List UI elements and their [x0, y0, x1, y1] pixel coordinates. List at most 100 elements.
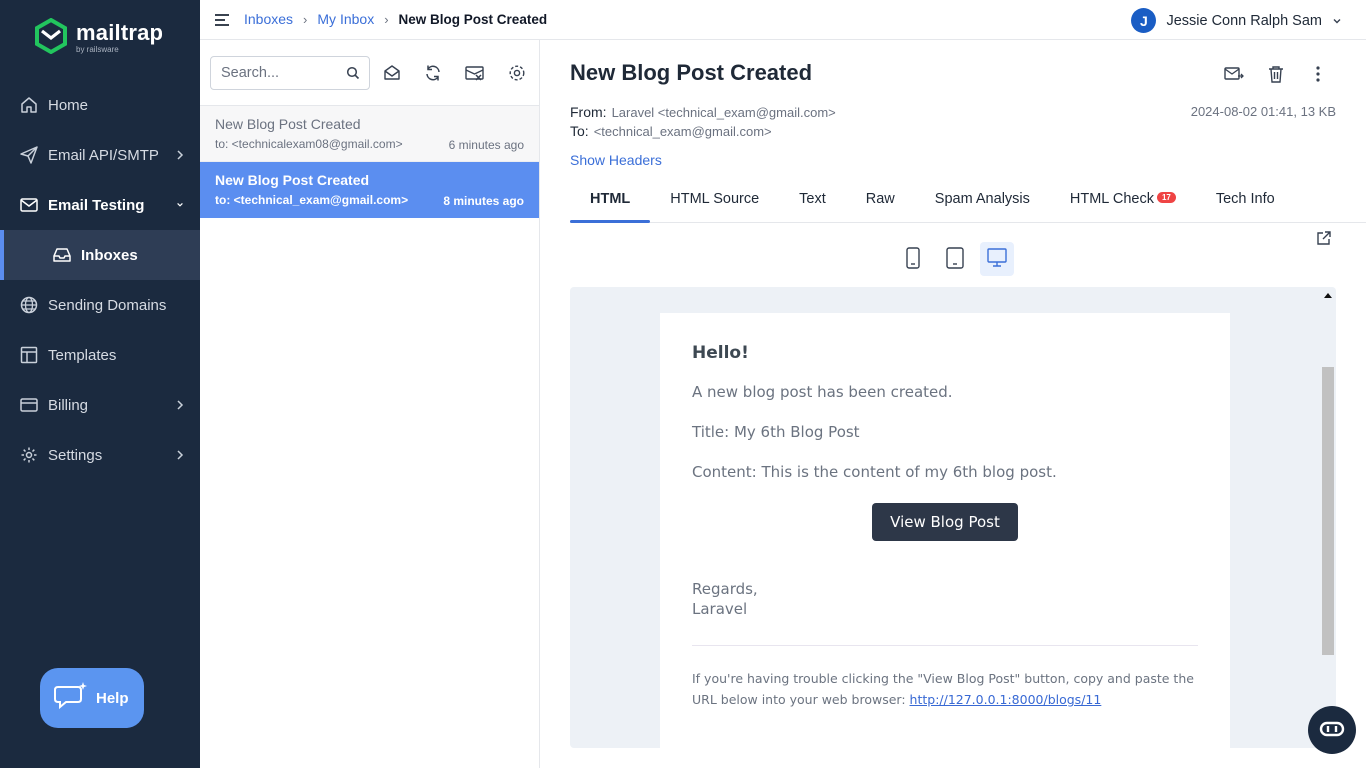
email-body: Hello! A new blog post has been created.… — [660, 313, 1230, 748]
email-line: A new blog post has been created. — [692, 383, 953, 401]
chevron-right-icon — [176, 448, 184, 462]
sidebar-item-label: Billing — [48, 396, 89, 414]
chevron-right-icon — [176, 148, 184, 162]
logo[interactable]: mailtrap by railsware — [34, 17, 164, 57]
to-label: To: — [570, 123, 589, 139]
sidebar-item-label: Email Testing — [48, 196, 145, 214]
breadcrumb-current: New Blog Post Created — [398, 11, 548, 27]
message-list-item-selected[interactable]: New Blog Post Created to: <technical_exa… — [200, 162, 539, 218]
forward-email-icon[interactable] — [1224, 64, 1244, 84]
more-options-icon[interactable] — [1308, 64, 1328, 84]
top-bar: Inboxes › My Inbox › New Blog Post Creat… — [200, 0, 1366, 40]
home-icon — [20, 96, 38, 114]
message-list-pane: New Blog Post Created to: <technicalexam… — [200, 40, 540, 768]
sidebar-nav: Home Email API/SMTP Email Testing Inboxe… — [0, 80, 200, 480]
message-date-size: 2024-08-02 01:41, 13 KB — [1190, 104, 1336, 119]
message-tabs: HTML HTML Source Text Raw Spam Analysis … — [570, 180, 1366, 223]
search-box — [210, 56, 370, 90]
footer-url-link[interactable]: http://127.0.0.1:8000/blogs/11 — [910, 692, 1102, 707]
tab-text[interactable]: Text — [779, 180, 846, 222]
sidebar-item-email-testing[interactable]: Email Testing — [0, 180, 200, 230]
envelope-check-icon — [20, 196, 38, 214]
breadcrumb-my-inbox[interactable]: My Inbox — [317, 11, 374, 27]
avatar: J — [1131, 8, 1157, 33]
email-footer: If you're having trouble clicking the "V… — [692, 668, 1198, 710]
message-pane: New Blog Post Created From: Laravel <tec… — [540, 40, 1366, 768]
tab-html-source[interactable]: HTML Source — [650, 180, 779, 222]
inbox-icon — [52, 246, 72, 264]
email-greeting: Hello! — [692, 343, 749, 363]
email-line: Title: My 6th Blog Post — [692, 423, 860, 441]
trash-icon[interactable] — [1266, 64, 1286, 84]
tab-label: HTML — [590, 191, 631, 207]
brand-name: mailtrap — [76, 19, 164, 45]
search-icon[interactable] — [346, 66, 360, 83]
phone-icon — [906, 246, 920, 272]
tab-html-check[interactable]: HTML Check 17 — [1050, 180, 1196, 222]
sidebar-item-email-api[interactable]: Email API/SMTP — [0, 130, 200, 180]
show-headers-link[interactable]: Show Headers — [570, 152, 662, 168]
scroll-up-arrow-icon[interactable] — [1324, 293, 1332, 298]
preview-scrollbar[interactable] — [1320, 287, 1336, 748]
tab-html[interactable]: HTML — [570, 180, 651, 223]
message-time: 8 minutes ago — [443, 194, 524, 208]
settings-icon[interactable] — [507, 63, 527, 83]
chevron-down-icon — [1332, 13, 1342, 29]
chat-widget-button[interactable] — [1308, 706, 1356, 754]
sidebar: mailtrap by railsware Home Email API/SMT… — [0, 0, 200, 768]
mobile-view-button[interactable] — [896, 242, 930, 276]
gear-icon — [20, 446, 38, 464]
chat-widget-icon — [1319, 721, 1345, 740]
tab-label: HTML Source — [670, 191, 760, 207]
mailtrap-logo-icon — [34, 17, 68, 57]
sidebar-item-settings[interactable]: Settings — [0, 430, 200, 480]
view-blog-post-button[interactable]: View Blog Post — [872, 503, 1018, 541]
html-check-count-badge: 17 — [1156, 192, 1176, 203]
breadcrumb-separator: › — [384, 11, 389, 27]
tab-tech-info[interactable]: Tech Info — [1196, 180, 1295, 222]
message-meta: From: Laravel <technical_exam@gmail.com>… — [570, 104, 836, 142]
desktop-view-button[interactable] — [980, 242, 1014, 276]
user-menu[interactable]: J Jessie Conn Ralph Sam — [1131, 8, 1342, 33]
sidebar-item-sending-domains[interactable]: Sending Domains — [0, 280, 200, 330]
breadcrumb-inboxes[interactable]: Inboxes — [244, 11, 293, 27]
message-time: 6 minutes ago — [448, 138, 524, 152]
search-input[interactable] — [221, 65, 339, 81]
tablet-icon — [946, 246, 964, 272]
sidebar-item-label: Email API/SMTP — [48, 146, 159, 164]
message-list-item[interactable]: New Blog Post Created to: <technicalexam… — [200, 106, 539, 162]
sidebar-item-home[interactable]: Home — [0, 80, 200, 130]
refresh-icon[interactable] — [423, 63, 443, 83]
tab-label: Tech Info — [1215, 191, 1275, 207]
from-value: Laravel <technical_exam@gmail.com> — [611, 105, 836, 120]
sidebar-item-label: Home — [48, 96, 89, 114]
mark-read-icon[interactable] — [382, 63, 402, 83]
list-toolbar — [200, 40, 539, 106]
scrollbar-thumb[interactable] — [1322, 367, 1334, 655]
tab-raw[interactable]: Raw — [846, 180, 915, 222]
chevron-down-icon — [176, 198, 184, 212]
sidebar-item-label: Inboxes — [81, 246, 138, 264]
credit-card-icon — [20, 396, 38, 414]
message-subject: New Blog Post Created — [215, 116, 361, 132]
sidebar-item-templates[interactable]: Templates — [0, 330, 200, 380]
open-external-icon[interactable] — [1316, 230, 1332, 246]
to-value: <technical_exam@gmail.com> — [593, 124, 772, 139]
tab-spam-analysis[interactable]: Spam Analysis — [915, 180, 1050, 222]
sidebar-item-label: Settings — [48, 446, 103, 464]
sidebar-item-billing[interactable]: Billing — [0, 380, 200, 430]
email-preview: Hello! A new blog post has been created.… — [570, 287, 1336, 748]
message-actions — [1224, 64, 1328, 84]
globe-icon — [20, 296, 38, 314]
tablet-view-button[interactable] — [938, 242, 972, 276]
brand-sub: by railsware — [76, 44, 119, 54]
help-button[interactable]: Help — [40, 668, 144, 728]
breadcrumb: Inboxes › My Inbox › New Blog Post Creat… — [244, 11, 547, 27]
help-label: Help — [96, 689, 129, 707]
sidebar-item-inboxes[interactable]: Inboxes — [0, 230, 200, 280]
tab-label: Raw — [865, 191, 895, 207]
sidebar-item-label: Sending Domains — [48, 296, 167, 314]
desktop-icon — [986, 247, 1008, 271]
clean-inbox-icon[interactable] — [465, 63, 485, 83]
menu-toggle-icon[interactable] — [214, 12, 230, 28]
